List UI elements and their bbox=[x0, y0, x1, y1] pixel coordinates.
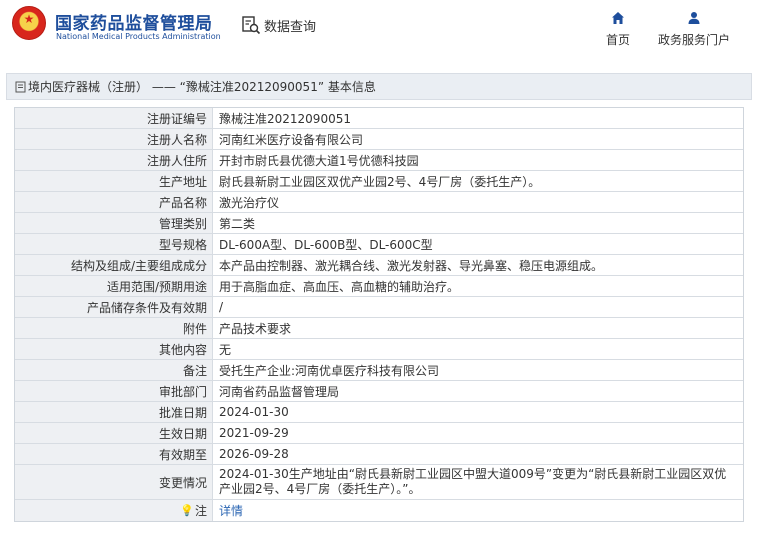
table-row: 注册人住所 开封市尉氏县优德大道1号优德科技园 bbox=[15, 150, 743, 171]
data-query-link[interactable]: 数据查询 bbox=[241, 15, 316, 35]
table-row: 结构及组成/主要组成成分 本产品由控制器、激光耦合线、激光发射器、导光鼻塞、稳压电… bbox=[15, 255, 743, 276]
field-value: 豫械注准20212090051 bbox=[219, 111, 351, 126]
table-row: 附件 产品技术要求 bbox=[15, 318, 743, 339]
field-value: / bbox=[219, 300, 224, 314]
nav-home[interactable]: 首页 bbox=[600, 11, 636, 48]
field-label: 批准日期 bbox=[15, 402, 213, 422]
field-value: 河南省药品监督管理局 bbox=[219, 384, 340, 399]
details-link[interactable]: 详情 bbox=[219, 502, 243, 519]
field-label: 结构及组成/主要组成成分 bbox=[15, 255, 213, 275]
table-row: 型号规格 DL-600A型、DL-600B型、DL-600C型 bbox=[15, 234, 743, 255]
table-row: 备注 受托生产企业:河南优卓医疗科技有限公司 bbox=[15, 360, 743, 381]
field-label: 型号规格 bbox=[15, 234, 213, 254]
field-value: 用于高脂血症、高血压、高血糖的辅助治疗。 bbox=[219, 279, 460, 294]
field-value: 河南红米医疗设备有限公司 bbox=[219, 132, 364, 147]
field-label: 有效期至 bbox=[15, 444, 213, 464]
table-row: 其他内容无 bbox=[15, 339, 743, 360]
table-row: 适用范围/预期用途 用于高脂血症、高血压、高血糖的辅助治疗。 bbox=[15, 276, 743, 297]
field-label: 产品储存条件及有效期 bbox=[15, 297, 213, 317]
field-value: 第二类 bbox=[219, 216, 256, 231]
field-value: 激光治疗仪 bbox=[219, 195, 280, 210]
registration-info-table: 注册证编号 豫械注准20212090051 注册人名称 河南红米医疗设备有限公司 注册人… bbox=[14, 107, 744, 522]
field-label: 产品名称 bbox=[15, 192, 213, 212]
site-title-cn: 国家药品监督管理局 bbox=[55, 14, 213, 34]
table-row: 产品储存条件及有效期 / bbox=[15, 297, 743, 318]
home-icon bbox=[612, 12, 624, 24]
field-value: 受托生产企业:河南优卓医疗科技有限公司 bbox=[219, 363, 440, 378]
table-row-note: 💡 注详情 bbox=[15, 500, 743, 521]
table-row: 变更情况 2024-01-30生产地址由“尉氏县新尉工业园区中盟大道009号”变更… bbox=[15, 465, 743, 500]
nav-portal-label: 政务服务门户 bbox=[657, 33, 730, 47]
field-label: 注册人住所 bbox=[15, 150, 213, 170]
field-label: 注册人名称 bbox=[15, 129, 213, 149]
user-icon bbox=[688, 12, 700, 24]
field-value: 2024-01-30生产地址由“尉氏县新尉工业园区中盟大道009号”变更为“尉氏… bbox=[219, 467, 727, 496]
field-value: 2024-01-30 bbox=[219, 405, 289, 419]
table-row: 注册人名称 河南红米医疗设备有限公司 bbox=[15, 129, 743, 150]
table-row: 注册证编号 豫械注准20212090051 bbox=[15, 108, 743, 129]
note-label-cell: 💡 注 bbox=[15, 500, 213, 521]
field-value: 产品技术要求 bbox=[219, 321, 292, 336]
data-query-label: 数据查询 bbox=[264, 19, 317, 35]
table-row: 生效日期 2021-09-29 bbox=[15, 423, 743, 444]
note-value-cell: 详情 bbox=[213, 500, 743, 521]
field-value: DL-600A型、DL-600B型、DL-600C型 bbox=[219, 237, 433, 252]
site-header: ★ 国家药品监督管理局 National Medical Products Ad… bbox=[0, 0, 757, 60]
field-label: 变更情况 bbox=[15, 465, 213, 499]
field-label: 管理类别 bbox=[15, 213, 213, 233]
site-title-en: National Medical Products Administration bbox=[56, 32, 221, 41]
national-emblem-logo: ★ bbox=[12, 6, 46, 40]
lightbulb-icon: 💡 bbox=[180, 504, 194, 517]
note-label: 注 bbox=[194, 504, 207, 518]
field-value: 2021-09-29 bbox=[219, 426, 289, 440]
table-row: 有效期至 2026-09-28 bbox=[15, 444, 743, 465]
field-label: 备注 bbox=[15, 360, 213, 380]
field-label: 生产地址 bbox=[15, 171, 213, 191]
nav-government-service-portal[interactable]: 政务服务门户 bbox=[652, 11, 736, 48]
field-label: 审批部门 bbox=[15, 381, 213, 401]
field-value: 尉氏县新尉工业园区双优产业园2号、4号厂房（委托生产）。 bbox=[219, 174, 541, 189]
field-value: 2026-09-28 bbox=[219, 447, 289, 461]
nav-home-label: 首页 bbox=[605, 33, 630, 47]
field-label: 注册证编号 bbox=[15, 108, 213, 128]
field-value: 本产品由控制器、激光耦合线、激光发射器、导光鼻塞、稳压电源组成。 bbox=[219, 258, 604, 273]
field-label: 适用范围/预期用途 bbox=[15, 276, 213, 296]
document-icon bbox=[15, 81, 26, 92]
table-row: 生产地址 尉氏县新尉工业园区双优产业园2号、4号厂房（委托生产）。 bbox=[15, 171, 743, 192]
field-label: 生效日期 bbox=[15, 423, 213, 443]
field-value: 开封市尉氏县优德大道1号优德科技园 bbox=[219, 153, 419, 168]
field-label: 其他内容 bbox=[15, 339, 213, 359]
field-value: 无 bbox=[219, 342, 232, 357]
breadcrumb: 境内医疗器械（注册） —— “豫械注准20212090051” 基本信息 bbox=[6, 73, 752, 100]
document-search-icon bbox=[241, 15, 261, 35]
field-label: 附件 bbox=[15, 318, 213, 338]
breadcrumb-text: 境内医疗器械（注册） —— “豫械注准20212090051” 基本信息 bbox=[28, 80, 376, 94]
table-row: 批准日期 2024-01-30 bbox=[15, 402, 743, 423]
table-row: 产品名称 激光治疗仪 bbox=[15, 192, 743, 213]
table-row: 审批部门 河南省药品监督管理局 bbox=[15, 381, 743, 402]
table-row: 管理类别 第二类 bbox=[15, 213, 743, 234]
